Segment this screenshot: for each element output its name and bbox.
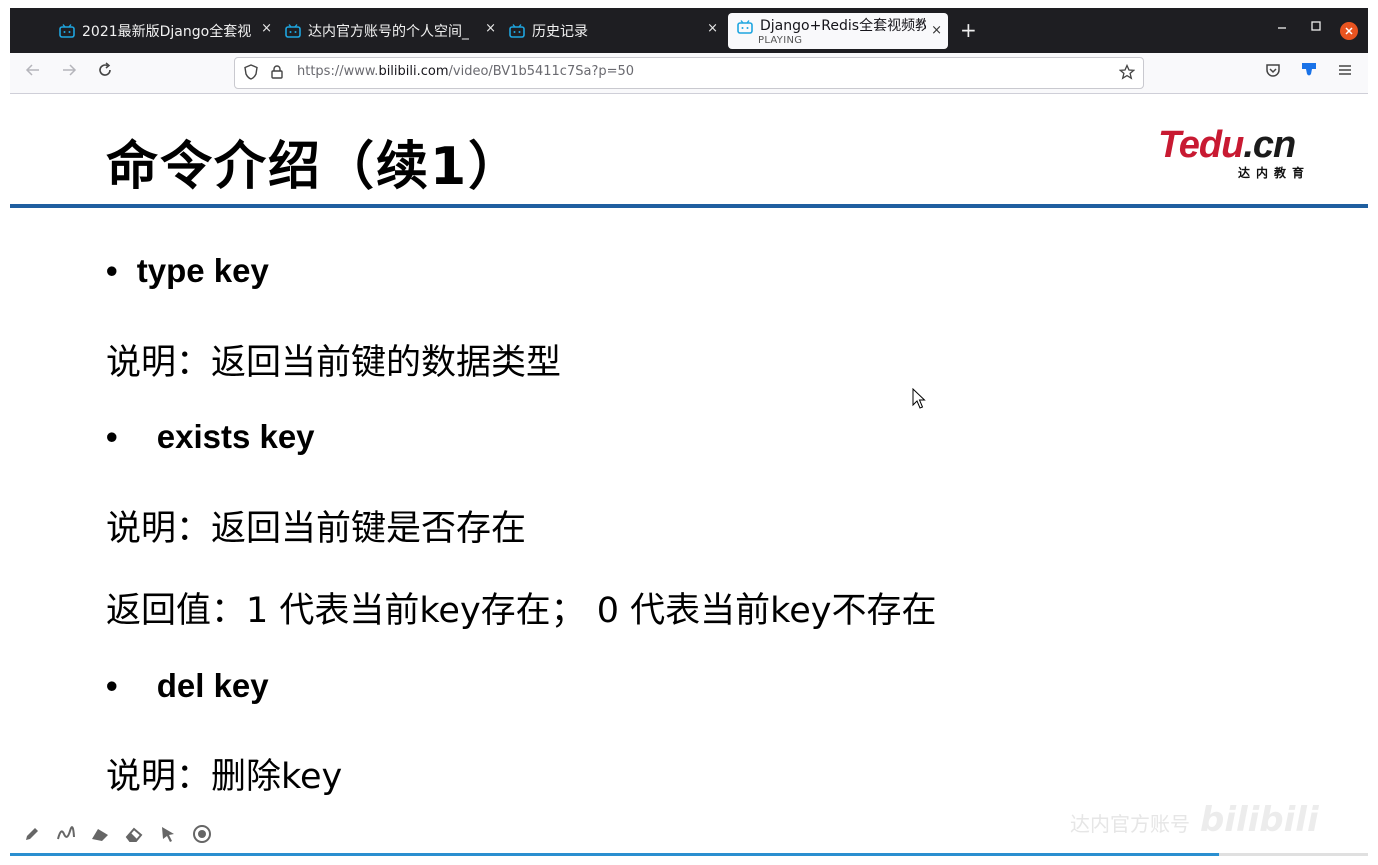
minimize-icon[interactable] xyxy=(1276,20,1288,36)
watermark-text: 达内官方账号 xyxy=(1070,812,1190,836)
maximize-icon[interactable] xyxy=(1310,20,1322,36)
bilibili-icon xyxy=(736,18,754,36)
bilibili-icon xyxy=(508,22,526,40)
extension-icon[interactable] xyxy=(1300,61,1318,84)
new-tab-button[interactable]: + xyxy=(960,18,977,42)
progress-fill xyxy=(10,853,1219,856)
slide-title: 命令介绍（续1） xyxy=(106,137,523,197)
tab-2[interactable]: 达内官方账号的个人空间_ × xyxy=(284,13,496,49)
eraser-icon[interactable] xyxy=(124,824,144,844)
highlighter-icon[interactable] xyxy=(90,824,110,844)
forward-arrow-icon[interactable] xyxy=(60,61,78,84)
bullet-text: del key xyxy=(156,667,269,704)
tab-title: 历史记录 xyxy=(532,24,588,40)
tab-title: Django+Redis全套视频教 xyxy=(760,18,926,34)
logo-text-dark: .cn xyxy=(1243,124,1296,166)
watermark-logo: bilibili xyxy=(1200,800,1319,840)
close-tab-icon[interactable]: × xyxy=(931,23,942,38)
browser-window: 2021最新版Django全套视 × 达内官方账号的个人空间_ × 历史记录 ×… xyxy=(10,8,1368,858)
tab-bar: 2021最新版Django全套视 × 达内官方账号的个人空间_ × 历史记录 ×… xyxy=(10,8,1368,53)
tab-1[interactable]: 2021最新版Django全套视 × xyxy=(58,13,272,49)
shield-icon[interactable] xyxy=(243,64,259,84)
close-tab-icon[interactable]: × xyxy=(485,21,496,36)
pointer-icon[interactable] xyxy=(158,824,178,844)
video-slide[interactable]: 命令介绍（续1） Tedu.cn 达内教育 • type key 说明：返回当前… xyxy=(10,94,1368,858)
bullet-item: • type key xyxy=(106,252,269,290)
logo-subtitle: 达内教育 xyxy=(1238,166,1311,180)
bullet-item: • del key xyxy=(106,667,269,705)
tab-title: 2021最新版Django全套视 xyxy=(82,24,252,40)
description-line: 说明：返回当前键的数据类型 xyxy=(106,343,562,383)
window-close-icon[interactable] xyxy=(1340,22,1358,40)
reload-icon[interactable] xyxy=(96,61,114,84)
url-bar[interactable]: https://www.bilibili.com/video/BV1b5411c… xyxy=(234,57,1144,89)
lock-icon[interactable] xyxy=(269,64,285,84)
logo-text-red: Tedu xyxy=(1158,124,1244,166)
url-path: /video/BV1b5411c7Sa?p=50 xyxy=(448,64,635,79)
bilibili-icon xyxy=(284,22,302,40)
playing-label: PLAYING xyxy=(758,35,803,46)
bookmark-star-icon[interactable] xyxy=(1118,63,1136,84)
description-line: 说明：删除key xyxy=(106,757,343,797)
bilibili-icon xyxy=(58,22,76,40)
bilibili-watermark: 达内官方账号 bilibili xyxy=(1070,800,1319,840)
description-line: 说明：返回当前键是否存在 xyxy=(106,509,527,549)
menu-icon[interactable] xyxy=(1336,61,1354,84)
tedu-logo: Tedu.cn 达内教育 xyxy=(1158,124,1322,184)
mouse-pointer-icon xyxy=(912,387,926,414)
close-tab-icon[interactable]: × xyxy=(261,21,272,36)
pen-icon[interactable] xyxy=(22,824,42,844)
tab-3[interactable]: 历史记录 × xyxy=(508,13,718,49)
close-tab-icon[interactable]: × xyxy=(707,21,718,36)
url-domain: bilibili.com xyxy=(378,64,449,79)
bullet-item: • exists key xyxy=(106,418,315,456)
bullet-dot: • xyxy=(106,418,118,455)
url-prefix: https://www. xyxy=(297,64,379,79)
bullet-text: exists key xyxy=(156,418,315,455)
title-divider xyxy=(10,204,1368,208)
record-icon[interactable] xyxy=(192,824,212,844)
return-value-line: 返回值：1 代表当前key存在； 0 代表当前key不存在 xyxy=(106,591,937,631)
url-text[interactable]: https://www.bilibili.com/video/BV1b5411c… xyxy=(297,64,634,79)
tab-title: 达内官方账号的个人空间_ xyxy=(308,24,469,40)
freehand-icon[interactable] xyxy=(56,824,76,844)
pocket-icon[interactable] xyxy=(1264,61,1282,84)
bullet-text: type key xyxy=(136,252,269,289)
tab-active[interactable]: Django+Redis全套视频教 PLAYING × xyxy=(728,13,948,49)
bullet-dot: • xyxy=(106,667,118,704)
back-arrow-icon[interactable] xyxy=(24,61,42,84)
navigation-toolbar: https://www.bilibili.com/video/BV1b5411c… xyxy=(10,53,1368,94)
bullet-dot: • xyxy=(106,252,118,289)
video-progress-bar[interactable] xyxy=(10,853,1368,856)
annotation-toolbar xyxy=(22,824,212,844)
